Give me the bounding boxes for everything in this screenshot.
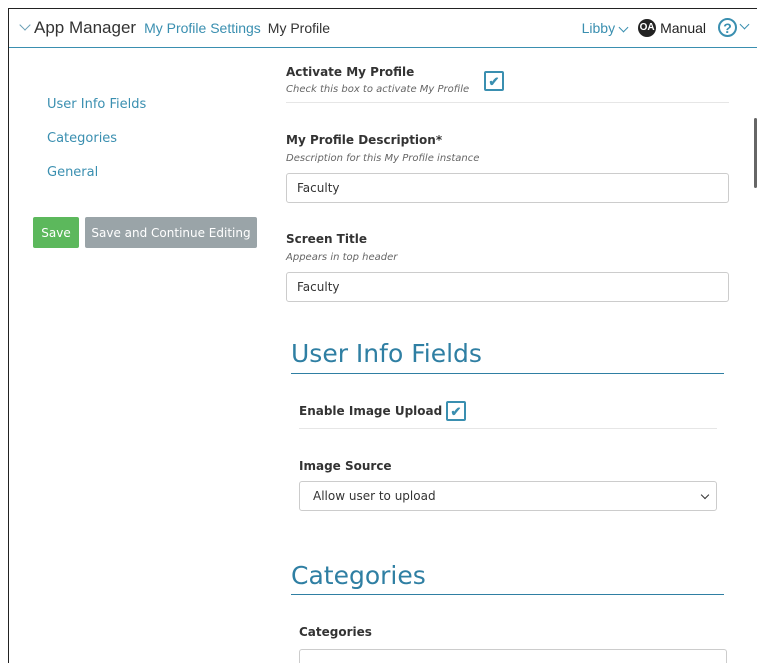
enable-image-upload-checkbox[interactable]: ✔ xyxy=(446,401,466,421)
description-input[interactable]: Faculty xyxy=(286,173,729,203)
checkmark-icon: ✔ xyxy=(488,73,500,89)
chevron-down-icon[interactable] xyxy=(739,19,750,30)
activate-label: Activate My Profile xyxy=(286,65,415,79)
enable-image-upload-label: Enable Image Upload xyxy=(299,404,443,418)
user-menu[interactable]: Libby xyxy=(581,19,629,36)
sidebar-item-general[interactable]: General xyxy=(47,165,146,180)
oa-logo-icon: OA xyxy=(638,18,657,37)
sidebar-item-user-info-fields[interactable]: User Info Fields xyxy=(47,97,146,112)
app-window: App Manager My Profile Settings My Profi… xyxy=(8,8,757,663)
categories-heading: Categories xyxy=(291,561,426,590)
image-source-label: Image Source xyxy=(299,459,392,473)
image-source-value: Allow user to upload xyxy=(313,489,436,503)
chevron-down-icon xyxy=(618,22,629,32)
categories-label: Categories xyxy=(299,625,372,639)
divider xyxy=(286,102,729,103)
help-icon[interactable]: ? xyxy=(718,18,737,37)
checkmark-icon: ✔ xyxy=(450,403,462,419)
save-button[interactable]: Save xyxy=(33,217,79,248)
description-help: Description for this My Profile instance xyxy=(286,153,480,164)
user-info-fields-heading: User Info Fields xyxy=(291,339,482,368)
breadcrumb-my-profile: My Profile xyxy=(267,20,331,36)
image-source-select[interactable]: Allow user to upload xyxy=(299,481,717,511)
activate-help: Check this box to activate My Profile xyxy=(286,84,470,95)
categories-table xyxy=(299,649,727,663)
breadcrumb-my-profile-settings[interactable]: My Profile Settings xyxy=(144,20,261,36)
app-name[interactable]: App Manager xyxy=(34,18,136,38)
activate-checkbox[interactable]: ✔ xyxy=(484,71,504,91)
description-label: My Profile Description* xyxy=(286,133,443,147)
screen-title-input[interactable]: Faculty xyxy=(286,272,729,302)
scrollbar[interactable] xyxy=(748,48,757,663)
save-and-continue-button[interactable]: Save and Continue Editing xyxy=(85,217,257,248)
header-right: Libby OA Manual ? xyxy=(581,18,750,37)
chevron-down-icon xyxy=(700,490,710,500)
section-nav: User Info Fields Categories General xyxy=(47,97,146,199)
header-left: App Manager My Profile Settings My Profi… xyxy=(19,18,331,38)
user-name: Libby xyxy=(581,19,616,36)
section-divider xyxy=(291,594,724,595)
sidebar-item-categories[interactable]: Categories xyxy=(47,131,146,146)
screen-title-label: Screen Title xyxy=(286,232,367,246)
chevron-down-icon[interactable] xyxy=(19,19,31,31)
manual-link[interactable]: Manual xyxy=(660,20,706,36)
section-divider xyxy=(291,373,724,374)
screen-title-help: Appears in top header xyxy=(286,252,398,263)
top-header: App Manager My Profile Settings My Profi… xyxy=(9,9,757,48)
divider xyxy=(299,428,717,429)
